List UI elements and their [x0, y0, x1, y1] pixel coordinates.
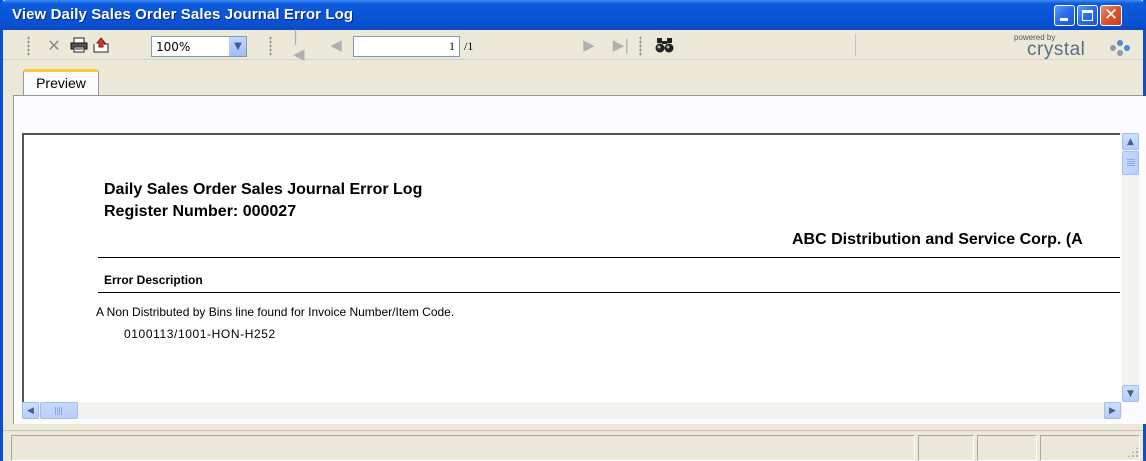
column-rule	[98, 292, 1120, 293]
register-number: Register Number: 000027	[104, 203, 297, 220]
next-page-button[interactable]: ▶	[581, 35, 597, 55]
export-icon	[93, 37, 109, 53]
close-icon: ✕	[1103, 5, 1119, 25]
print-button[interactable]	[69, 35, 89, 55]
chevron-up-icon: ▲	[1127, 136, 1134, 147]
page-total: /1	[461, 36, 569, 57]
page-number-input[interactable]: 1	[353, 36, 460, 57]
prev-page-button[interactable]: ◀	[328, 35, 344, 55]
horizontal-scroll-thumb[interactable]	[40, 402, 78, 419]
chevron-down-icon: ▼	[1127, 388, 1134, 399]
zoom-dropdown-button[interactable]: ▼	[229, 37, 246, 56]
minimize-icon	[1060, 18, 1068, 21]
scroll-right-button[interactable]: ▶	[1104, 402, 1121, 419]
find-icon	[655, 38, 674, 53]
toolbar-grip[interactable]	[639, 36, 642, 56]
chevron-down-icon: ▼	[234, 41, 242, 52]
tab-preview[interactable]: Preview	[23, 69, 99, 96]
zoom-select[interactable]: 100% ▼	[151, 36, 247, 57]
status-bar	[3, 430, 1143, 461]
first-page-icon: |◀	[293, 27, 305, 63]
prev-page-icon: ◀	[330, 36, 342, 54]
chevron-left-icon: ◀	[27, 405, 34, 416]
error-message: A Non Distributed by Bins line found for…	[96, 305, 455, 319]
find-button[interactable]	[654, 35, 676, 55]
scroll-up-button[interactable]: ▲	[1122, 133, 1139, 150]
tab-strip: Preview	[3, 61, 1143, 96]
thumb-grip	[55, 406, 63, 415]
logo-crystal: crystal	[1027, 39, 1086, 60]
crystal-dots-icon	[1109, 40, 1131, 56]
last-page-icon: ▶|	[612, 36, 630, 54]
first-page-button[interactable]: |◀	[293, 27, 309, 63]
toolbar: ✕ 100% ▼ |◀ ◀ 1 /1 ▶ ▶| powered by cryst…	[3, 27, 1143, 63]
header-rule	[98, 257, 1120, 258]
close-report-button[interactable]: ✕	[45, 35, 63, 55]
last-page-button[interactable]: ▶|	[612, 35, 630, 55]
minimize-button[interactable]	[1054, 5, 1075, 26]
vertical-scroll-thumb[interactable]	[1122, 151, 1139, 175]
status-panel-2	[918, 435, 974, 461]
scroll-left-button[interactable]: ◀	[22, 402, 39, 419]
window-title: View Daily Sales Order Sales Journal Err…	[12, 6, 354, 23]
chevron-right-icon: ▶	[1109, 405, 1116, 416]
column-header-error-description: Error Description	[104, 273, 203, 287]
preview-pane: Daily Sales Order Sales Journal Error Lo…	[13, 96, 1146, 424]
title-bar[interactable]: View Daily Sales Order Sales Journal Err…	[0, 0, 1146, 30]
company-name: ABC Distribution and Service Corp. (A	[792, 231, 1083, 248]
maximize-button[interactable]	[1077, 5, 1098, 26]
vertical-scrollbar[interactable]: ▲ ▼	[1122, 133, 1139, 402]
report-page[interactable]: Daily Sales Order Sales Journal Error Lo…	[22, 133, 1120, 402]
horizontal-scrollbar[interactable]: ◀ ▶	[22, 402, 1122, 419]
status-panel-main	[11, 435, 915, 461]
scroll-down-button[interactable]: ▼	[1122, 385, 1139, 402]
toolbar-grip[interactable]	[269, 36, 272, 56]
maximize-icon	[1082, 10, 1093, 21]
toolbar-grip[interactable]	[27, 36, 30, 56]
zoom-value: 100%	[156, 39, 191, 54]
thumb-grip	[1126, 159, 1135, 167]
export-button[interactable]	[91, 35, 111, 55]
print-icon	[70, 37, 88, 53]
close-window-button[interactable]: ✕	[1100, 5, 1122, 26]
report-title: Daily Sales Order Sales Journal Error Lo…	[104, 181, 423, 198]
report-viewer-window: View Daily Sales Order Sales Journal Err…	[0, 0, 1146, 461]
close-x-icon: ✕	[47, 35, 61, 55]
error-detail: 0100113/1001-HON-H252	[124, 327, 276, 341]
status-panel-4	[1040, 435, 1140, 461]
crystal-logo: powered by crystal	[1013, 32, 1137, 60]
next-page-icon: ▶	[583, 36, 595, 54]
toolbar-separator	[855, 34, 856, 56]
status-panel-3	[977, 435, 1037, 461]
